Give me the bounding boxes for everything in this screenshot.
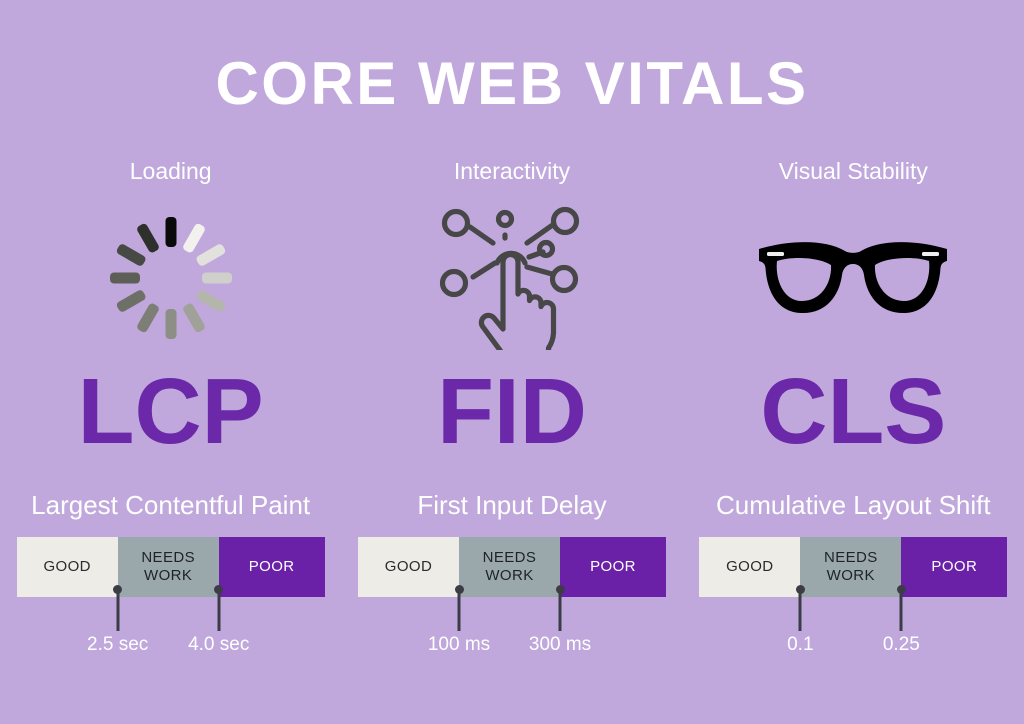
page-title: CORE WEB VITALS [215, 50, 809, 117]
hand-tap-network-icon [439, 206, 580, 350]
band-good: GOOD [699, 537, 801, 597]
metric-fid: First Input Delay GOOD NEEDS WORK POOR 1… [341, 490, 682, 654]
bar-lcp: GOOD NEEDS WORK POOR [16, 537, 325, 597]
band-needs-work: NEEDS WORK [800, 537, 902, 597]
threshold-marker [558, 589, 562, 631]
spinner-segment [165, 216, 177, 247]
column-visual-stability: Visual Stability CLS [683, 160, 1024, 520]
category-label-visual-stability: Visual Stability [778, 158, 928, 184]
metrics-row: Largest Contentful Paint GOOD NEEDS WORK… [0, 490, 1024, 654]
vitals-columns: Loading LCP Interactivity FID Visual Sta… [0, 160, 1024, 520]
threshold-bar-fid: GOOD NEEDS WORK POOR 100 ms 300 ms [357, 537, 666, 654]
icon-container-visual-stability [753, 190, 953, 365]
spinner-segment [194, 288, 227, 313]
threshold-marker [798, 589, 802, 631]
eyeglasses-icon [759, 241, 948, 313]
band-poor: POOR [218, 537, 325, 597]
icon-container-loading [101, 190, 241, 365]
core-web-vitals-infographic: CORE WEB VITALS Loading LCP Interactivit… [0, 0, 1024, 724]
threshold-bar-lcp: GOOD NEEDS WORK POOR 2.5 sec 4.0 sec [16, 537, 325, 654]
bar-cls: GOOD NEEDS WORK POOR [699, 537, 1008, 597]
band-needs-work: NEEDS WORK [458, 537, 560, 597]
acronym-cls: CLS [760, 359, 947, 463]
band-good: GOOD [357, 537, 459, 597]
spinner-segment [109, 272, 140, 283]
metric-title-lcp: Largest Contentful Paint [31, 490, 311, 520]
metric-title-cls: Cumulative Layout Shift [716, 490, 991, 520]
bar-fid: GOOD NEEDS WORK POOR [357, 537, 666, 597]
spinner-segment [135, 221, 160, 254]
threshold-label: 300 ms [528, 634, 592, 655]
threshold-bar-cls: GOOD NEEDS WORK POOR 0.1 0.25 [699, 537, 1008, 654]
threshold-label: 4.0 sec [188, 634, 250, 655]
spinner-segment [201, 272, 232, 283]
threshold-label: 2.5 sec [87, 634, 149, 655]
threshold-marker [217, 589, 221, 631]
threshold-label: 0.1 [787, 634, 814, 655]
band-needs-work: NEEDS WORK [117, 537, 219, 597]
spinner-segment [115, 242, 147, 267]
acronym-fid: FID [437, 359, 587, 463]
column-interactivity: Interactivity FID [341, 160, 682, 520]
metrics-section: Largest Contentful Paint GOOD NEEDS WORK… [0, 490, 1024, 654]
spinner-segment [181, 301, 206, 334]
category-label-loading: Loading [129, 158, 212, 184]
spinner-segment [194, 242, 227, 267]
threshold-marker [457, 589, 461, 631]
spinner-segment [165, 308, 177, 339]
category-label-interactivity: Interactivity [453, 158, 571, 184]
icon-container-interactivity [437, 190, 587, 365]
band-good: GOOD [16, 537, 118, 597]
acronym-lcp: LCP [77, 359, 264, 463]
threshold-marker [899, 589, 903, 631]
threshold-marker [116, 589, 120, 631]
metric-title-fid: First Input Delay [417, 490, 607, 520]
threshold-label: 100 ms [427, 634, 491, 655]
threshold-label: 0.25 [882, 634, 920, 655]
metric-lcp: Largest Contentful Paint GOOD NEEDS WORK… [0, 490, 341, 654]
metric-cls: Cumulative Layout Shift GOOD NEEDS WORK … [683, 490, 1024, 654]
band-poor: POOR [901, 537, 1008, 597]
loading-spinner-icon [101, 208, 241, 348]
spinner-segment [181, 221, 206, 254]
band-poor: POOR [559, 537, 666, 597]
spinner-segment [115, 288, 147, 313]
column-loading: Loading LCP [0, 160, 341, 520]
spinner-segment [135, 301, 160, 334]
